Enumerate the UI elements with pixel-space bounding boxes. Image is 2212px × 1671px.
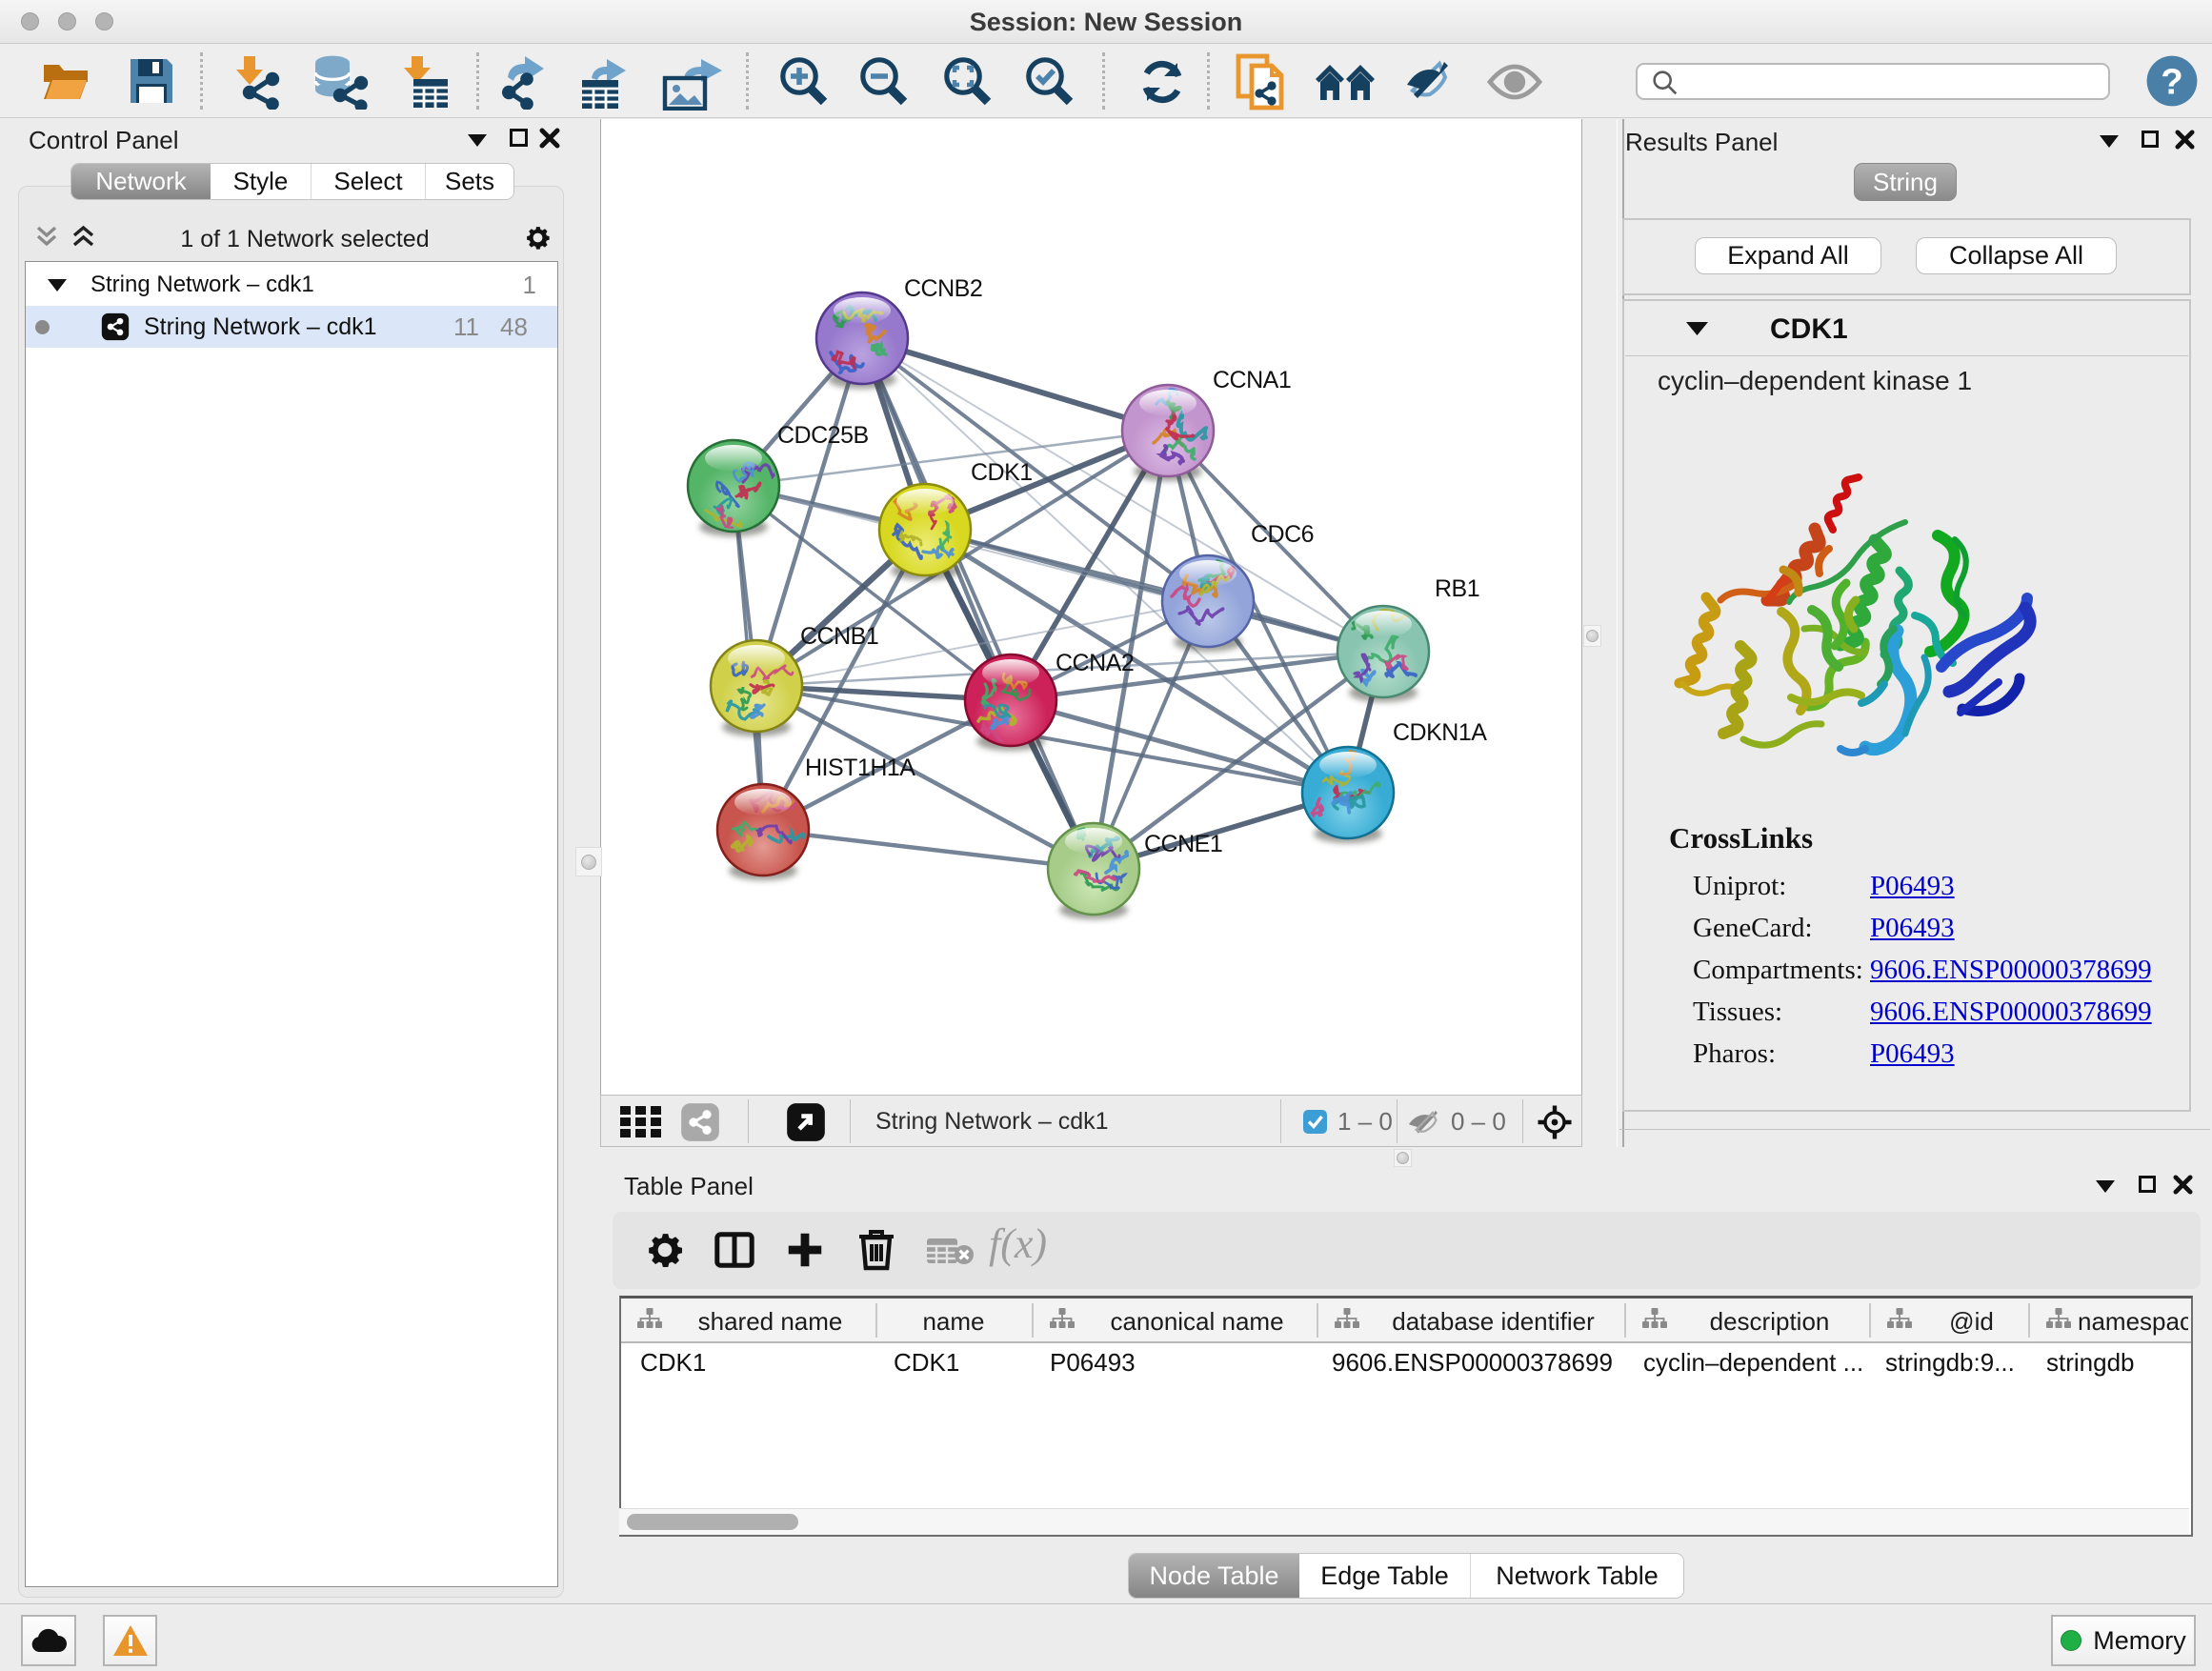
svg-text:CDC6: CDC6: [1251, 521, 1314, 548]
svg-text:CDKN1A: CDKN1A: [1393, 719, 1487, 746]
svg-text:CCNA2: CCNA2: [1056, 650, 1134, 676]
svg-text:CDC25B: CDC25B: [777, 422, 869, 449]
svg-text:CCNE1: CCNE1: [1144, 831, 1222, 857]
svg-text:CDK1: CDK1: [971, 459, 1033, 486]
svg-text:RB1: RB1: [1435, 575, 1479, 602]
svg-text:CCNB1: CCNB1: [800, 623, 878, 650]
svg-text:HIST1H1A: HIST1H1A: [805, 755, 915, 781]
svg-text:CCNB2: CCNB2: [904, 275, 982, 302]
svg-text:CCNA1: CCNA1: [1213, 367, 1291, 393]
svg-text:?: ?: [2161, 62, 2182, 103]
